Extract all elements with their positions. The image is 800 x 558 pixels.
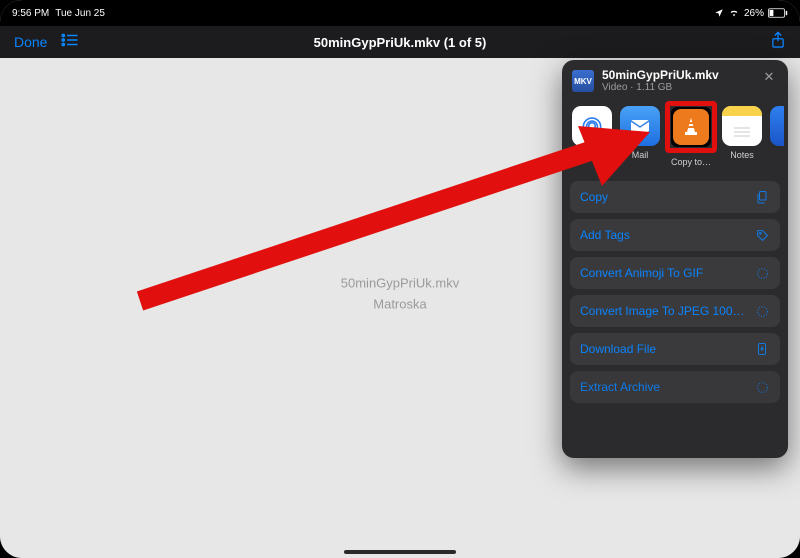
- battery-icon: [768, 8, 788, 18]
- app-vlc[interactable]: Copy to…: [668, 106, 714, 167]
- app-airdrop[interactable]: AirDrop: [572, 106, 612, 167]
- status-left: 9:56 PM Tue Jun 25: [12, 8, 105, 19]
- wifi-icon: [728, 8, 740, 18]
- tag-icon: [754, 229, 770, 242]
- app-vlc-label: Copy to…: [671, 157, 711, 167]
- share-sheet: MKV 50minGypPriUk.mkv Video · 1.11 GB ✕ …: [562, 60, 788, 458]
- action-animoji-label: Convert Animoji To GIF: [580, 266, 703, 280]
- action-add-tags-label: Add Tags: [580, 228, 630, 242]
- action-extract-label: Extract Archive: [580, 380, 660, 394]
- download-icon: [754, 342, 770, 356]
- status-right: 26%: [714, 8, 788, 19]
- file-thumb-icon: MKV: [572, 70, 594, 92]
- location-icon: [714, 8, 724, 18]
- status-date: Tue Jun 25: [55, 8, 105, 19]
- app-notes-label: Notes: [730, 150, 754, 160]
- app-mail[interactable]: Mail: [620, 106, 660, 167]
- share-sheet-header: MKV 50minGypPriUk.mkv Video · 1.11 GB ✕: [562, 60, 788, 100]
- share-icon[interactable]: [770, 31, 786, 54]
- preview-filetype: Matroska: [341, 297, 459, 312]
- action-copy-label: Copy: [580, 190, 608, 204]
- app-peek[interactable]: [770, 106, 784, 167]
- action-animoji-gif[interactable]: Convert Animoji To GIF: [570, 257, 780, 289]
- status-bar: 9:56 PM Tue Jun 25 26%: [0, 0, 800, 26]
- close-icon[interactable]: ✕: [760, 68, 778, 86]
- home-indicator: [344, 550, 456, 554]
- app-peek-icon: [770, 106, 784, 146]
- airdrop-icon: [572, 106, 612, 146]
- share-filename: 50minGypPriUk.mkv: [602, 68, 719, 82]
- action-convert-jpeg[interactable]: Convert Image To JPEG 1000px: [570, 295, 780, 327]
- app-mail-label: Mail: [632, 150, 649, 160]
- list-icon[interactable]: [61, 33, 79, 52]
- action-extract-archive[interactable]: Extract Archive: [570, 371, 780, 403]
- action-jpeg-label: Convert Image To JPEG 1000px: [580, 304, 750, 318]
- vlc-highlight: [665, 101, 717, 153]
- done-button[interactable]: Done: [14, 34, 47, 50]
- action-add-tags[interactable]: Add Tags: [570, 219, 780, 251]
- status-time: 9:56 PM: [12, 8, 49, 19]
- share-app-row[interactable]: AirDrop Mail Copy to…: [562, 100, 788, 175]
- page-title: 50minGypPriUk.mkv (1 of 5): [0, 35, 800, 50]
- preview-filename: 50minGypPriUk.mkv: [341, 276, 459, 291]
- dots-icon: [754, 267, 770, 280]
- action-list: Copy Add Tags Convert Animoji To GIF Con…: [570, 181, 780, 403]
- vlc-icon: [673, 109, 709, 145]
- preview-center: 50minGypPriUk.mkv Matroska: [341, 276, 459, 312]
- share-subtitle: Video · 1.11 GB: [602, 82, 719, 94]
- mail-icon: [620, 106, 660, 146]
- app-airdrop-label: AirDrop: [577, 150, 608, 160]
- action-download-file[interactable]: Download File: [570, 333, 780, 365]
- nav-bar: Done 50minGypPriUk.mkv (1 of 5): [0, 26, 800, 58]
- notes-icon: [722, 106, 762, 146]
- copy-icon: [754, 190, 770, 204]
- app-notes[interactable]: Notes: [722, 106, 762, 167]
- action-copy[interactable]: Copy: [570, 181, 780, 213]
- action-download-label: Download File: [580, 342, 656, 356]
- ipad-screen: 9:56 PM Tue Jun 25 26% Done 50minGypPriU…: [0, 0, 800, 558]
- battery-percent: 26%: [744, 8, 764, 19]
- dots-icon-2: [754, 305, 770, 318]
- dots-icon-3: [754, 381, 770, 394]
